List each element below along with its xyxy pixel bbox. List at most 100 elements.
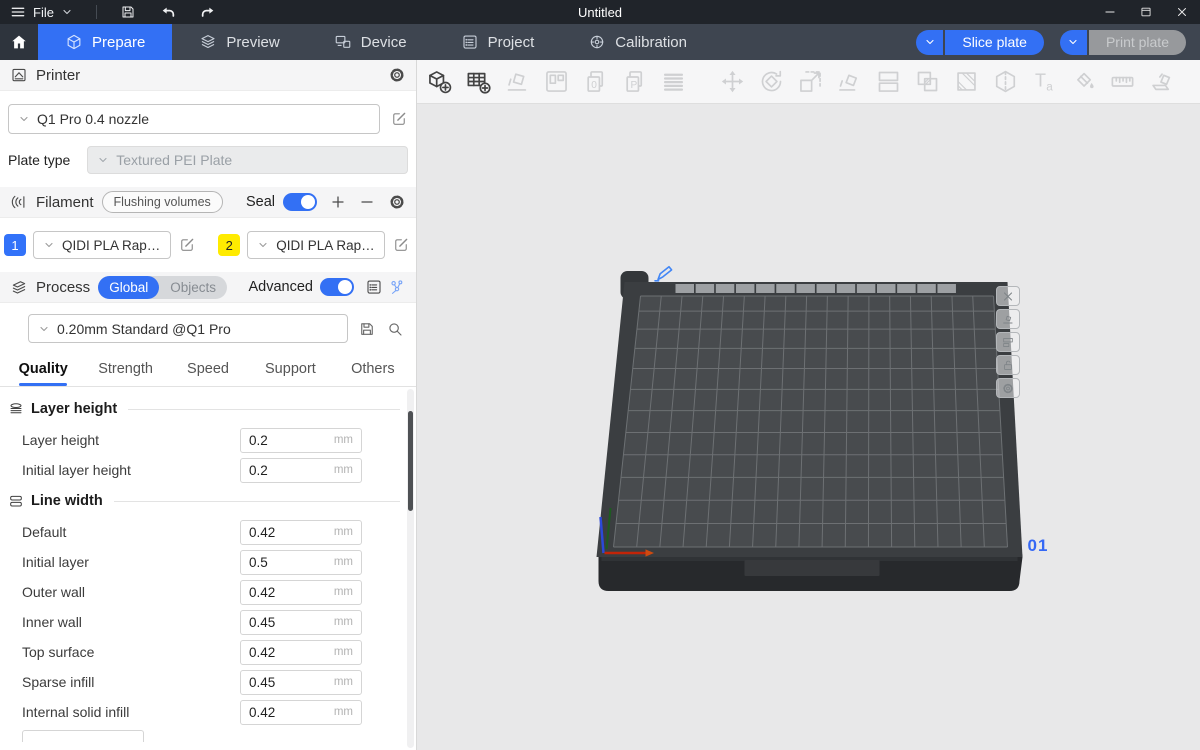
edit-printer-button[interactable] [390, 110, 408, 128]
filament-1-badge[interactable]: 1 [4, 234, 26, 256]
segment-objects[interactable]: Objects [159, 276, 227, 299]
edit-filament-2-button[interactable] [392, 236, 410, 254]
file-menu[interactable]: File [33, 5, 54, 20]
process-tab-support[interactable]: Support [249, 352, 331, 386]
process-tab-speed[interactable]: Speed [167, 352, 249, 386]
advanced-toggle[interactable] [320, 278, 354, 296]
maximize-button[interactable] [1128, 0, 1164, 24]
arrange-plate-button[interactable] [996, 332, 1020, 352]
text-icon: Ta [1031, 68, 1058, 95]
tab-device[interactable]: Device [307, 24, 434, 60]
setting-input[interactable] [22, 730, 144, 742]
setting-input[interactable]: 0.42mm [240, 520, 362, 545]
paste-icon: P [621, 68, 648, 95]
delete-plate-button[interactable] [996, 286, 1020, 306]
process-section-header: Process GlobalObjects Advanced [0, 272, 416, 303]
tab-preview[interactable]: Preview [172, 24, 306, 60]
setting-label: Layer height [22, 432, 240, 448]
filament-1-dropdown[interactable]: QIDI PLA Rapido [33, 231, 171, 259]
save-preset-button[interactable] [358, 320, 376, 338]
add-model-icon[interactable] [426, 68, 453, 95]
chevron-down-icon [257, 239, 269, 251]
lay-flat-icon [836, 68, 863, 95]
tab-project[interactable]: Project [434, 24, 562, 60]
global-objects-switch: GlobalObjects [98, 276, 227, 299]
cut-icon [992, 68, 1019, 95]
flushing-volumes-button[interactable]: Flushing volumes [102, 191, 223, 213]
print-options-button[interactable] [1060, 30, 1087, 55]
slice-options-button[interactable] [916, 30, 943, 55]
measure-icon [1109, 68, 1136, 95]
device-icon [334, 33, 352, 51]
compare-presets-icon[interactable] [388, 278, 406, 296]
plate-type-dropdown[interactable]: Textured PEI Plate [87, 146, 408, 174]
layer-height-icon [8, 401, 24, 417]
printer-preset-dropdown[interactable]: Q1 Pro 0.4 nozzle [8, 104, 380, 134]
lock-plate-button[interactable] [996, 355, 1020, 375]
process-tab-quality[interactable]: Quality [2, 352, 84, 386]
orient-plate-button[interactable] [996, 309, 1020, 329]
filament-2-badge[interactable]: 2 [218, 234, 240, 256]
tab-calibration[interactable]: Calibration [561, 24, 714, 60]
seal-toggle[interactable] [283, 193, 317, 211]
edit-filament-1-button[interactable] [178, 236, 196, 254]
parameter-list-icon[interactable] [365, 278, 383, 296]
home-button[interactable] [0, 24, 38, 60]
search-settings-button[interactable] [386, 320, 404, 338]
canvas-3d[interactable]: 01 [417, 104, 1200, 750]
move-icon [719, 68, 746, 95]
setting-input[interactable]: 0.45mm [240, 610, 362, 635]
segment-global[interactable]: Global [98, 276, 159, 299]
settings-scroll-area: Layer heightLayer height0.2mmInitial lay… [0, 387, 416, 750]
plate-number: 01 [1028, 536, 1049, 555]
setting-input[interactable]: 0.42mm [240, 640, 362, 665]
delete-plate-icon [1001, 290, 1015, 303]
file-menu-chevron-icon[interactable] [61, 6, 73, 18]
save-button[interactable] [120, 4, 136, 20]
setting-input[interactable]: 0.2mm [240, 458, 362, 483]
section-divider [114, 501, 400, 502]
add-plate-icon[interactable] [465, 68, 492, 95]
setting-row: Initial layer0.5mm [8, 547, 416, 577]
setting-label: Inner wall [22, 614, 240, 630]
setting-unit: mm [334, 646, 353, 658]
calibration-icon [588, 33, 606, 51]
setting-row-cutoff [8, 730, 416, 742]
tab-prepare[interactable]: Prepare [38, 24, 172, 60]
viewport: 0PTa 01 [417, 60, 1200, 750]
side-panel: Printer Q1 Pro 0.4 nozzle Plate type Tex… [0, 60, 417, 750]
process-tab-strength[interactable]: Strength [84, 352, 166, 386]
process-tab-others[interactable]: Others [332, 352, 414, 386]
remove-filament-button[interactable] [359, 194, 375, 210]
section-header-line-width: Line width [8, 485, 416, 517]
chevron-down-icon [97, 154, 109, 166]
close-button[interactable] [1164, 0, 1200, 24]
setting-unit: mm [334, 464, 353, 476]
prepare-icon [65, 33, 83, 51]
process-preset-dropdown[interactable]: 0.20mm Standard @Q1 Pro [28, 314, 348, 343]
setting-input[interactable]: 0.45mm [240, 670, 362, 695]
print-plate-button: Print plate [1089, 30, 1186, 55]
scrollbar-thumb[interactable] [408, 411, 413, 511]
add-filament-button[interactable] [330, 194, 346, 210]
plate-type-label: Plate type [8, 152, 70, 168]
setting-input[interactable]: 0.42mm [240, 580, 362, 605]
slice-plate-button[interactable]: Slice plate [945, 30, 1044, 55]
plate-settings-button[interactable] [996, 378, 1020, 398]
build-plate[interactable]: 01 [417, 104, 1200, 750]
filament-2-dropdown[interactable]: QIDI PLA Rapido M... [247, 231, 385, 259]
setting-input[interactable]: 0.42mm [240, 700, 362, 725]
menu-icon[interactable] [10, 4, 26, 20]
svg-text:T: T [1035, 71, 1046, 91]
printer-settings-gear-icon[interactable] [388, 66, 406, 84]
orient-plate-icon [1001, 313, 1015, 326]
main-tabs: PreparePreviewDeviceProjectCalibration [38, 24, 714, 60]
chevron-down-icon [924, 36, 936, 48]
minimize-button[interactable] [1092, 0, 1128, 24]
tabbar-spacer [714, 24, 916, 60]
filament-settings-gear-icon[interactable] [388, 193, 406, 211]
undo-button[interactable] [160, 4, 176, 20]
setting-input[interactable]: 0.5mm [240, 550, 362, 575]
redo-button[interactable] [200, 4, 216, 20]
setting-input[interactable]: 0.2mm [240, 428, 362, 453]
